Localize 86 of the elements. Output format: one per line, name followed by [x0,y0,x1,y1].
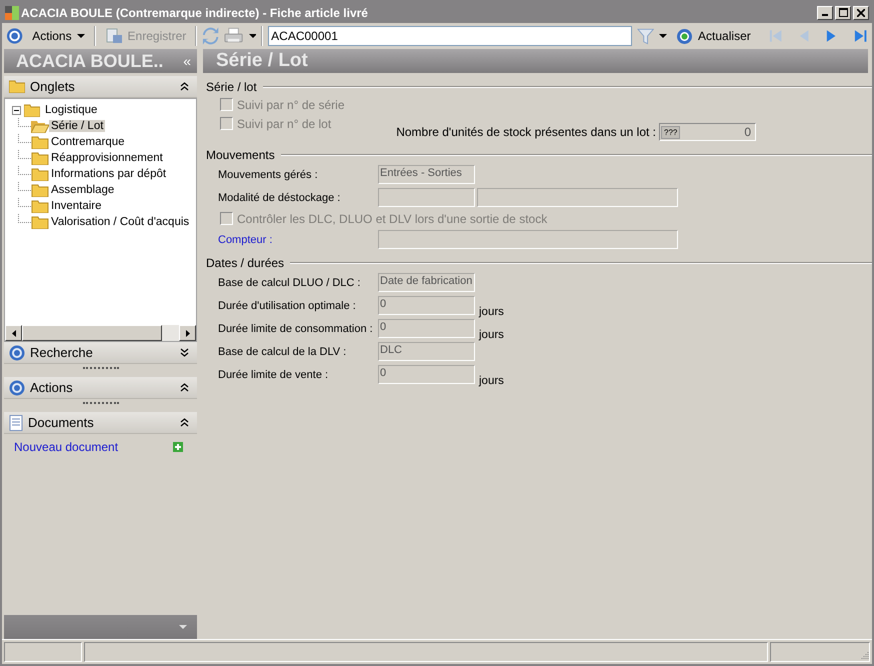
field-label: Durée d'utilisation optimale : [218,300,357,312]
collapse-chevron-icon [180,383,189,392]
collapse-chevron-icon [180,82,189,91]
tree-item[interactable]: Inventaire [49,200,104,212]
caret-icon [76,34,85,38]
field-link[interactable]: Compteur : [218,234,378,246]
unit-label: jours [479,329,504,341]
field-label: Nombre d'unités de stock présentes dans un lot : [396,125,656,139]
add-icon[interactable] [173,442,183,452]
input-field[interactable]: 0 [378,365,475,384]
folder-icon [31,200,49,212]
tree-item[interactable]: Réapprovisionnement [49,152,165,164]
last-record-icon[interactable] [852,28,868,44]
scroll-right-icon[interactable] [186,330,190,336]
section-title: Dates / durées [206,256,284,270]
input-field[interactable] [378,230,678,249]
field-label: Mouvements gérés : [218,168,319,180]
caret-icon[interactable] [659,34,668,38]
record-field[interactable]: ACAC00001 [268,26,632,46]
section-title: Mouvements [206,148,275,162]
tree-item[interactable]: Informations par dépôt [49,168,168,180]
unit-count-field[interactable]: ??? 0 [659,123,756,141]
unit-label: jours [479,375,504,387]
tree-item[interactable]: Série / Lot [49,120,106,132]
printer-icon[interactable] [224,27,244,45]
field-label: Base de calcul de la DLV : [218,346,348,358]
filter-icon[interactable] [637,27,654,45]
page-title: Série / Lot [216,50,308,72]
folder-icon [31,184,49,196]
open-folder-icon [31,120,49,132]
target-icon[interactable] [6,27,24,45]
field-label: Base de calcul DLUO / DLC : [218,276,362,288]
input-field[interactable]: DLC [378,342,475,361]
target-icon [9,380,25,396]
input-field[interactable]: 0 [378,319,475,338]
app-icon [5,6,19,20]
unit-label: jours [479,306,504,318]
horizontal-scrollbar[interactable] [5,325,196,341]
panel-header[interactable]: Documents [4,412,197,434]
panel-header[interactable]: Recherche [4,342,197,364]
input-field[interactable] [477,188,678,207]
caret-icon[interactable] [248,34,256,38]
field-label: Modalité de déstockage : [218,192,342,204]
new-document-link[interactable]: Nouveau document [14,440,118,454]
target-icon [9,344,25,360]
refresh-icon [676,28,694,44]
maximize-button[interactable] [835,6,851,20]
refresh-button[interactable]: Actualiser [672,28,755,44]
collapse-chevron-icon [180,418,189,427]
expand-chevron-icon [180,348,189,357]
folder-icon [31,152,49,164]
checkbox-label: Suivi par n° de lot [237,116,332,130]
section-title: Série / lot [206,80,257,94]
input-field[interactable]: 0 [378,296,475,315]
checkbox-label: Contrôler les DLC, DLUO et DLV lors d'une sortie de stock [237,212,548,226]
actions-menu-button[interactable]: Actions [28,29,89,43]
resize-grip-icon[interactable] [859,651,869,661]
checkbox-label: Suivi par n° de série [237,98,345,112]
scroll-left-icon[interactable] [12,330,16,336]
folder-icon [31,216,49,228]
folder-icon [9,80,25,93]
panel-header[interactable]: Actions [4,377,197,399]
maximize-icon [838,8,848,17]
minimize-icon [822,14,828,16]
tree-item[interactable]: Logistique [43,104,100,116]
field-label: Durée limite de vente : [218,368,330,380]
collapse-toggle-icon[interactable] [12,106,21,114]
sidebar-title: ACACIA BOULE.. [16,50,164,72]
input-field[interactable]: Entrées - Sorties [378,165,475,184]
close-button[interactable] [853,6,869,20]
panel-header[interactable]: Onglets [4,76,197,98]
save-icon [104,28,123,44]
document-icon [9,414,23,430]
folder-icon [24,104,40,116]
input-field[interactable]: Date de fabrication [378,273,475,292]
tree-item[interactable]: Valorisation / Coût d'acquis [49,216,192,228]
tree-item[interactable]: Assemblage [49,184,116,196]
minimize-button[interactable] [817,6,833,20]
unit-button[interactable]: ??? [661,126,680,138]
window-title: ACACIA BOULE (Contremarque indirecte) - Fiche article livré [21,6,368,20]
tree-item[interactable]: Contremarque [49,136,127,148]
folder-icon [31,168,49,180]
close-icon [857,8,865,16]
folder-icon [31,136,49,148]
input-field[interactable] [378,188,475,207]
field-label: Durée limite de consommation : [218,322,374,334]
